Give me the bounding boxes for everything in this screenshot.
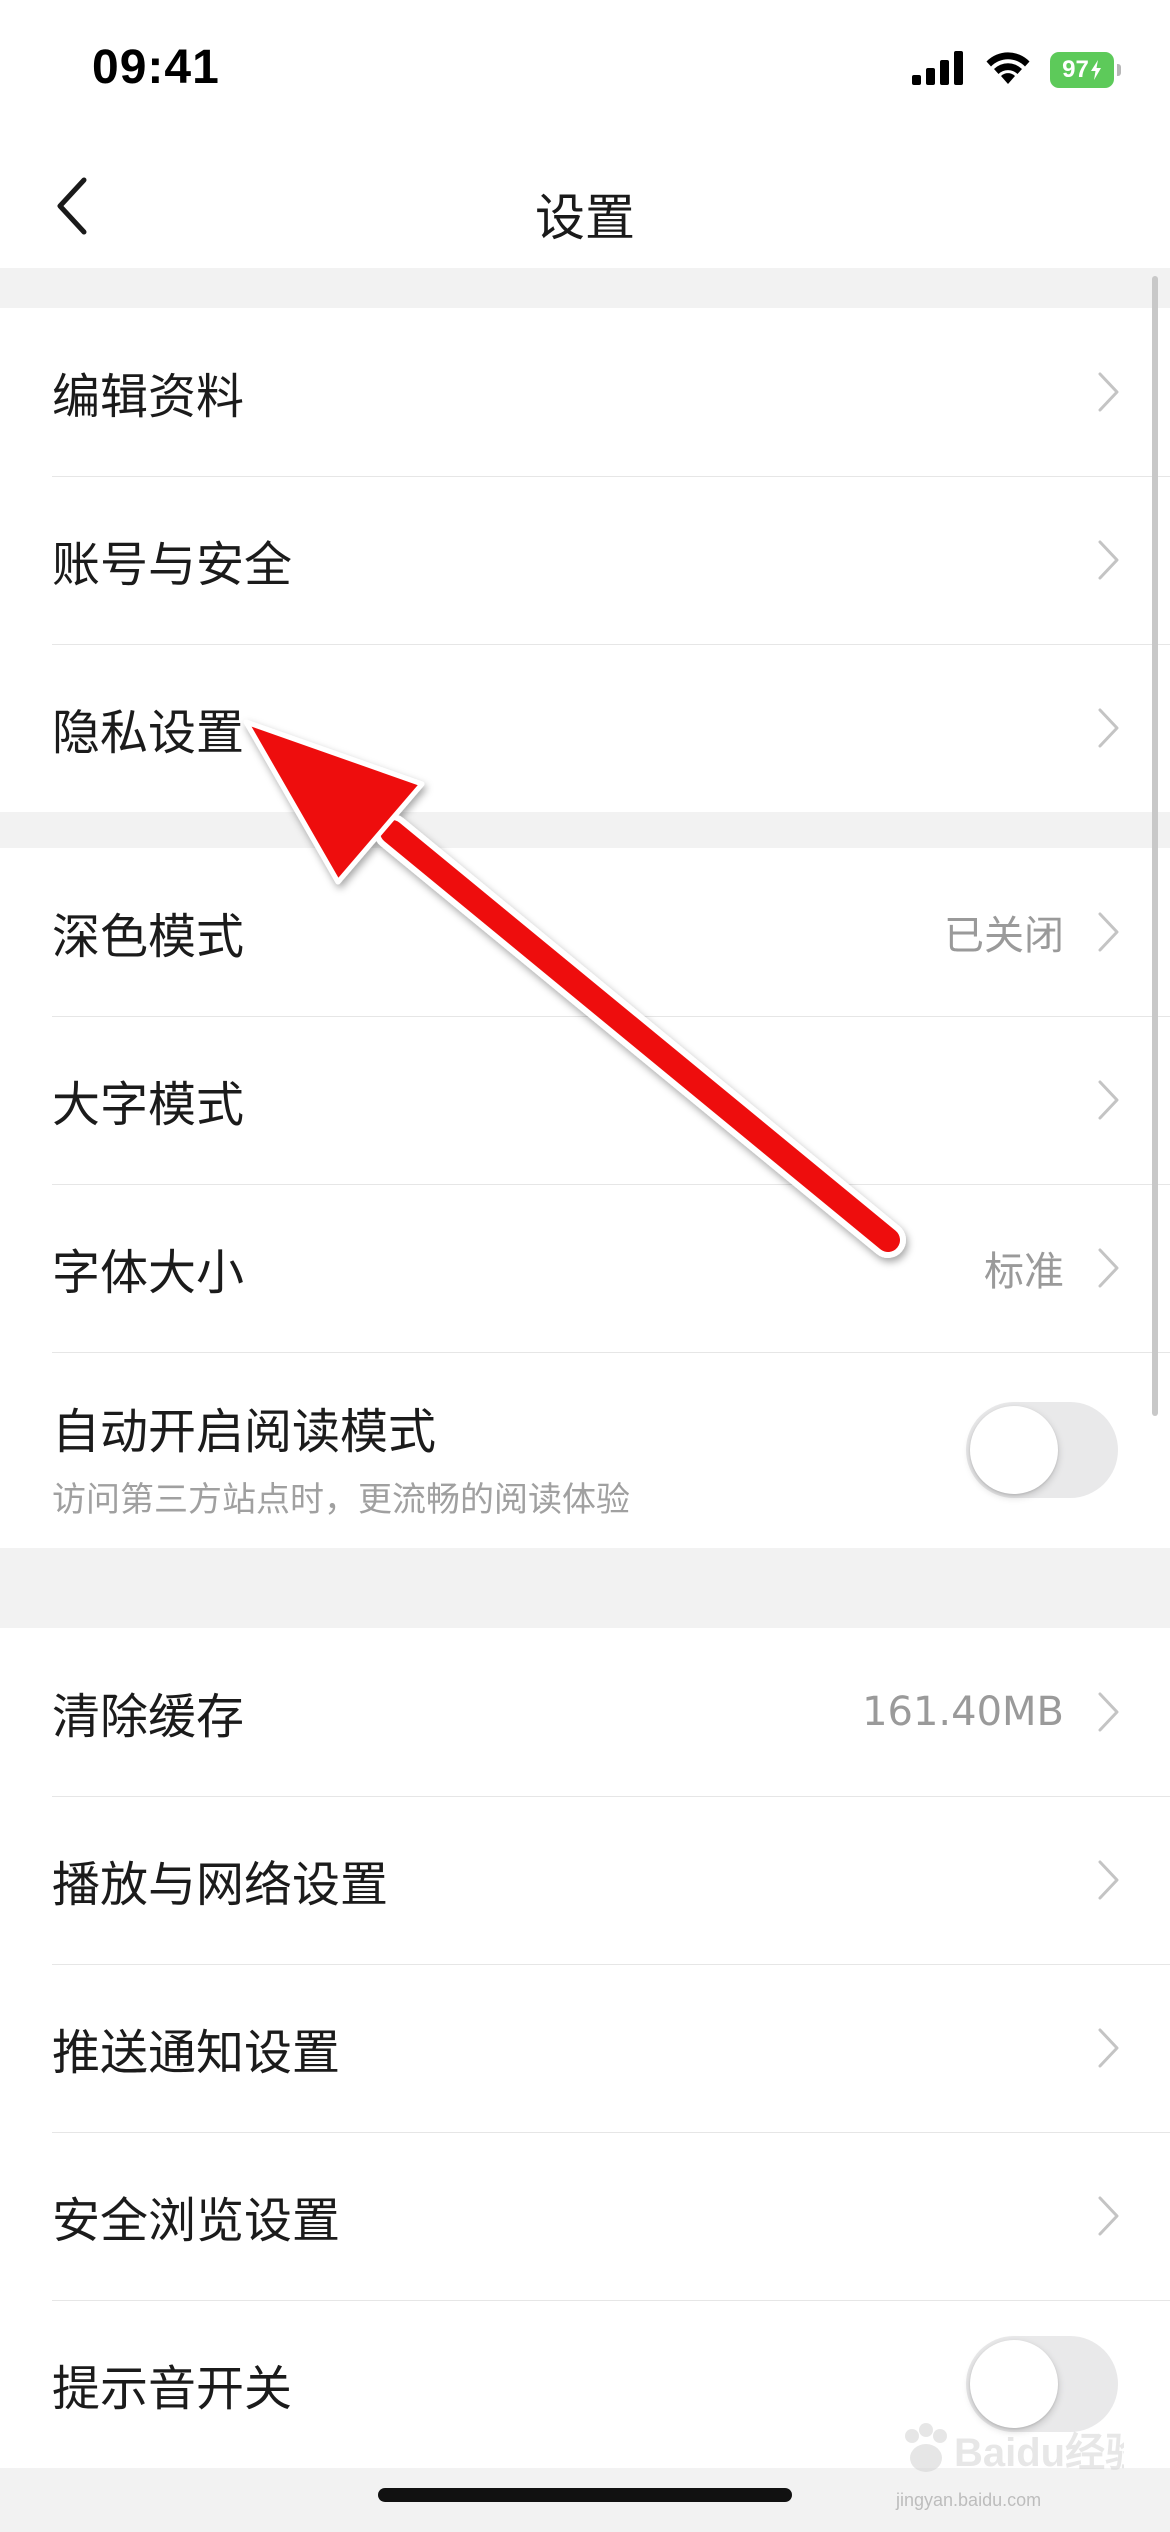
chevron-right-icon — [1098, 1248, 1119, 1288]
status-icons: 97 — [912, 50, 1121, 90]
settings-row-clear-cache[interactable]: 清除缓存 161.40MB — [0, 1628, 1170, 1796]
settings-row-playback-network[interactable]: 播放与网络设置 — [0, 1796, 1170, 1964]
chevron-right-icon — [1098, 1692, 1119, 1732]
cellular-signal-icon — [912, 51, 966, 89]
toggle-knob — [970, 1406, 1058, 1494]
chevron-right-icon — [1098, 372, 1119, 412]
row-label: 编辑资料 — [52, 369, 245, 425]
settings-group-display: 深色模式 已关闭 大字模式 字体大小 标准 自动开启阅读模式 访问第三方站点时，… — [0, 848, 1170, 1548]
chevron-right-icon — [1098, 2028, 1119, 2068]
row-label: 推送通知设置 — [52, 2025, 341, 2081]
scrollbar[interactable] — [1152, 276, 1158, 1416]
status-bar: 09:41 97 — [0, 0, 1170, 148]
page-title: 设置 — [535, 189, 635, 247]
wifi-icon — [984, 50, 1032, 90]
row-label: 提示音开关 — [52, 2361, 293, 2417]
row-label: 隐私设置 — [52, 705, 245, 761]
row-subtitle: 访问第三方站点时，更流畅的阅读体验 — [52, 1480, 630, 1520]
row-label: 账号与安全 — [52, 537, 293, 593]
row-label: 清除缓存 — [52, 1689, 245, 1745]
settings-row-auto-reader-mode: 自动开启阅读模式 访问第三方站点时，更流畅的阅读体验 — [0, 1352, 1170, 1548]
battery-icon: 97 — [1050, 52, 1121, 88]
notification-sound-toggle[interactable] — [966, 2336, 1118, 2432]
status-time: 09:41 — [92, 41, 220, 94]
chevron-right-icon — [1098, 912, 1119, 952]
home-indicator[interactable] — [378, 2488, 792, 2502]
row-label: 播放与网络设置 — [52, 1857, 389, 1913]
settings-row-safe-browsing[interactable]: 安全浏览设置 — [0, 2132, 1170, 2300]
settings-row-push-notifications[interactable]: 推送通知设置 — [0, 1964, 1170, 2132]
row-label: 字体大小 — [52, 1245, 245, 1301]
row-label: 安全浏览设置 — [52, 2193, 341, 2249]
row-label: 大字模式 — [52, 1077, 245, 1133]
row-label: 深色模式 — [52, 909, 245, 965]
settings-row-dark-mode[interactable]: 深色模式 已关闭 — [0, 848, 1170, 1016]
battery-level: 97 — [1062, 56, 1089, 83]
watermark-url: jingyan.baidu.com — [896, 2490, 1042, 2510]
settings-row-font-size[interactable]: 字体大小 标准 — [0, 1184, 1170, 1352]
settings-group-profile: 编辑资料 账号与安全 隐私设置 — [0, 308, 1170, 812]
row-label: 自动开启阅读模式 — [52, 1404, 437, 1460]
settings-group-general: 清除缓存 161.40MB 播放与网络设置 推送通知设置 安全浏览设置 提示音开… — [0, 1628, 1170, 2468]
charging-bolt-icon — [1090, 60, 1101, 80]
toggle-knob — [970, 2340, 1058, 2428]
settings-row-account-security[interactable]: 账号与安全 — [0, 476, 1170, 644]
baidu-watermark-logo: Baidu经验 — [905, 2423, 1124, 2475]
auto-reader-mode-toggle[interactable] — [966, 1402, 1118, 1498]
chevron-right-icon — [1098, 540, 1119, 580]
row-value: 已关闭 — [944, 913, 1064, 959]
chevron-right-icon — [1098, 708, 1119, 748]
chevron-right-icon — [1098, 1080, 1119, 1120]
settings-row-large-text-mode[interactable]: 大字模式 — [0, 1016, 1170, 1184]
row-value: 161.40MB — [862, 1689, 1064, 1735]
row-value: 标准 — [984, 1249, 1064, 1295]
watermark-brand: Baidu经验 — [954, 2431, 1124, 2475]
chevron-right-icon — [1098, 1860, 1119, 1900]
settings-row-edit-profile[interactable]: 编辑资料 — [0, 308, 1170, 476]
nav-bar: 设置 — [0, 148, 1170, 268]
chevron-right-icon — [1098, 2196, 1119, 2236]
settings-row-privacy[interactable]: 隐私设置 — [0, 644, 1170, 812]
